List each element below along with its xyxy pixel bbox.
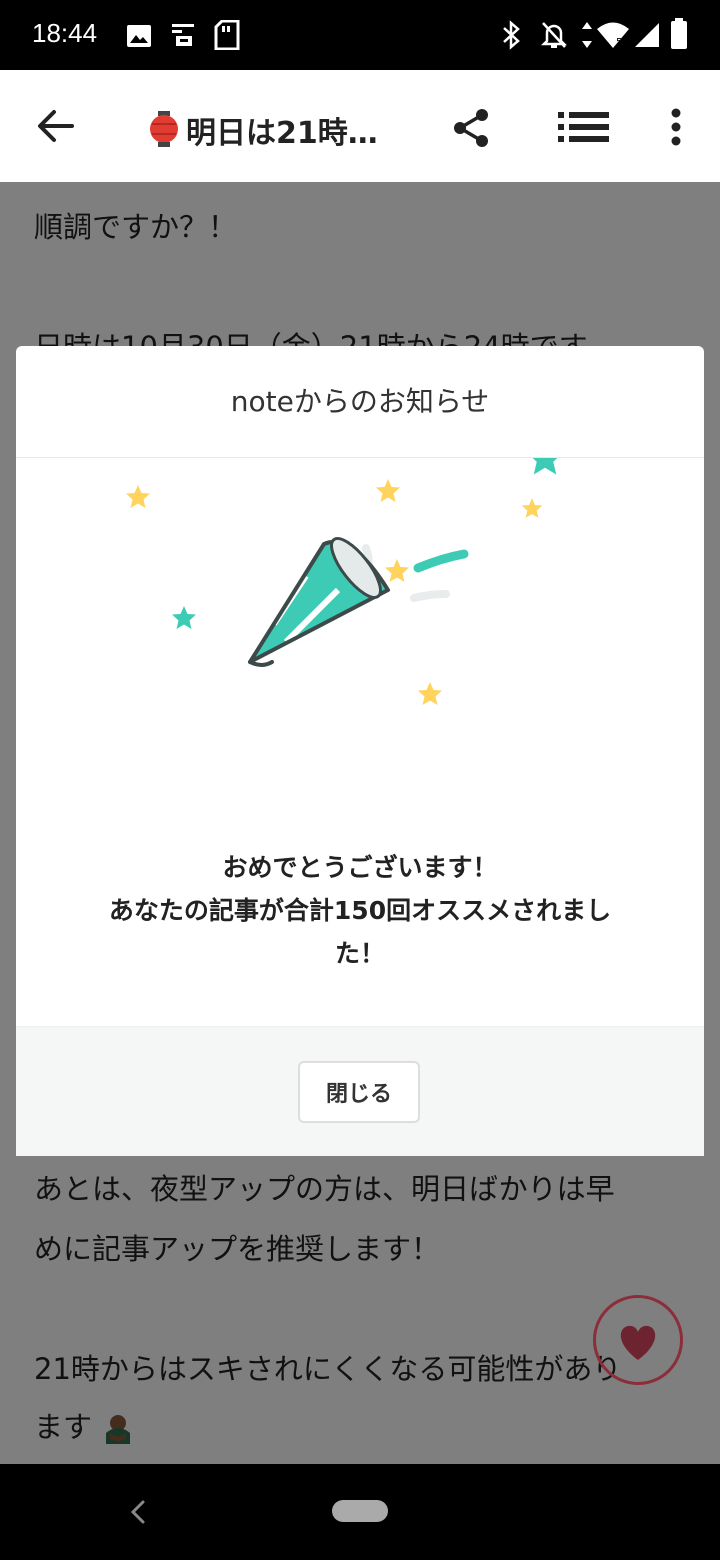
- scanner-icon: [172, 24, 194, 46]
- bluetooth-icon: [503, 20, 520, 50]
- heart-icon: [620, 1325, 656, 1360]
- dialog-message-line: おめでとうございます！: [222, 853, 498, 882]
- page-title: 明日は21時…: [186, 116, 378, 151]
- battery-icon: [671, 18, 687, 49]
- data-arrows-icon: [582, 22, 592, 48]
- back-arrow-icon[interactable]: [36, 108, 76, 144]
- dialog-message-line: た！: [334, 939, 385, 968]
- close-button[interactable]: 閉じる: [298, 1061, 420, 1123]
- system-nav-bar: [0, 1464, 720, 1560]
- sd-card-icon: [214, 20, 240, 50]
- signal-icon: [635, 23, 659, 47]
- list-icon[interactable]: [558, 112, 610, 142]
- wifi-icon: 5: [597, 22, 629, 48]
- like-button[interactable]: [593, 1295, 683, 1385]
- nav-home-pill[interactable]: [332, 1500, 388, 1522]
- notification-dialog: noteからのお知らせ おめでとうございます！ あなたの記事が合計150回オスス…: [16, 346, 704, 1156]
- svg-text:5: 5: [616, 37, 622, 48]
- dialog-message-line: あなたの記事が合計150回オススメされまし: [108, 896, 612, 925]
- image-icon: [127, 25, 151, 47]
- dialog-title: noteからのお知らせ: [16, 346, 704, 458]
- notifications-off-icon: [540, 22, 568, 48]
- status-time: 18:44: [32, 18, 98, 48]
- share-icon[interactable]: [452, 108, 492, 148]
- party-popper-illustration: [126, 458, 558, 705]
- dialog-footer: 閉じる: [16, 1026, 704, 1156]
- more-vert-icon[interactable]: [670, 108, 682, 146]
- lantern-icon: [150, 111, 178, 147]
- status-bar: 18:44 5: [0, 0, 720, 70]
- dialog-message: おめでとうございます！ あなたの記事が合計150回オススメされまし た！: [56, 846, 664, 975]
- nav-back-icon[interactable]: [128, 1498, 148, 1526]
- app-bar: 明日は21時…: [0, 70, 720, 182]
